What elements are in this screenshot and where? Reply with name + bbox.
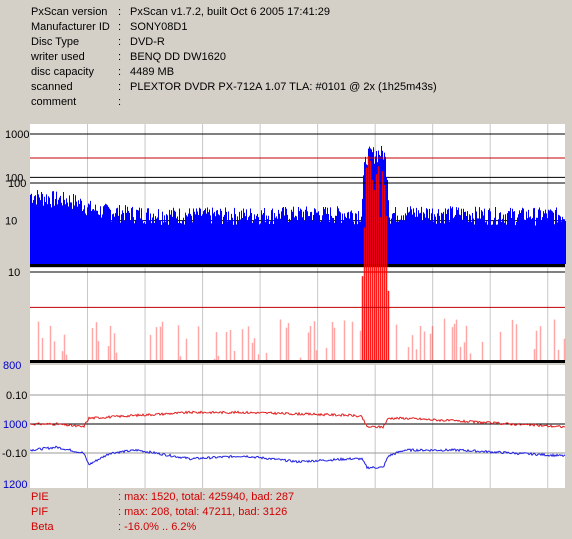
summary-value: : max: 208, total: 47211, bad: 3126 <box>118 506 288 518</box>
beta-tick-label: -0.10 <box>2 448 27 460</box>
info-label: writer used <box>31 51 85 63</box>
info-colon: : <box>118 51 122 63</box>
info-colon: : <box>118 66 122 78</box>
summary-value: : max: 1520, total: 425940, bad: 287 <box>118 491 295 503</box>
position-marker: 1200 <box>3 479 27 488</box>
info-colon: : <box>118 81 122 93</box>
beta-tick-label: 0.10 <box>6 390 27 402</box>
summary-label: Beta <box>31 521 54 533</box>
info-label: comment <box>31 96 77 108</box>
scan-chart: 100010010100100.10-0.1080010001200 <box>2 124 566 488</box>
summary-label: PIF <box>31 506 49 518</box>
position-marker: 1000 <box>3 419 27 431</box>
pif-tick-label: 100 <box>8 178 26 190</box>
info-colon: : <box>118 96 122 108</box>
info-value: SONY08D1 <box>130 21 188 33</box>
info-label: scanned <box>31 81 73 93</box>
info-colon: : <box>118 21 122 33</box>
panel-background <box>30 365 565 488</box>
info-value: DVD-R <box>130 36 165 48</box>
pif-tick-label: 10 <box>8 267 20 279</box>
info-label: PxScan version <box>31 6 108 18</box>
pie-tick-label: 1000 <box>5 129 29 141</box>
info-label: Manufacturer ID <box>31 21 110 33</box>
position-marker: 800 <box>3 360 21 372</box>
pie-baseline <box>30 264 565 267</box>
pie-tick-label: 10 <box>5 216 17 228</box>
info-value: 4489 MB <box>130 66 175 78</box>
summary-label: PIE <box>31 491 49 503</box>
info-value: PxScan v1.7.2, built Oct 6 2005 17:41:29 <box>130 6 330 18</box>
summary-value: : -16.0% .. 6.2% <box>118 521 197 533</box>
info-value: BENQ DD DW1620 <box>130 51 226 63</box>
scan-summary: PIE : max: 1520, total: 425940, bad: 287 P… <box>0 488 572 539</box>
info-colon: : <box>118 6 122 18</box>
info-label: Disc Type <box>31 36 80 48</box>
info-colon: : <box>118 36 122 48</box>
pif-baseline <box>30 360 565 363</box>
info-value: PLEXTOR DVDR PX-712A 1.07 TLA: #0101 @ 2… <box>130 81 437 93</box>
disc-info-header: PxScan version: PxScan v1.7.2, built Oct … <box>0 0 572 112</box>
info-label: disc capacity <box>31 66 94 78</box>
